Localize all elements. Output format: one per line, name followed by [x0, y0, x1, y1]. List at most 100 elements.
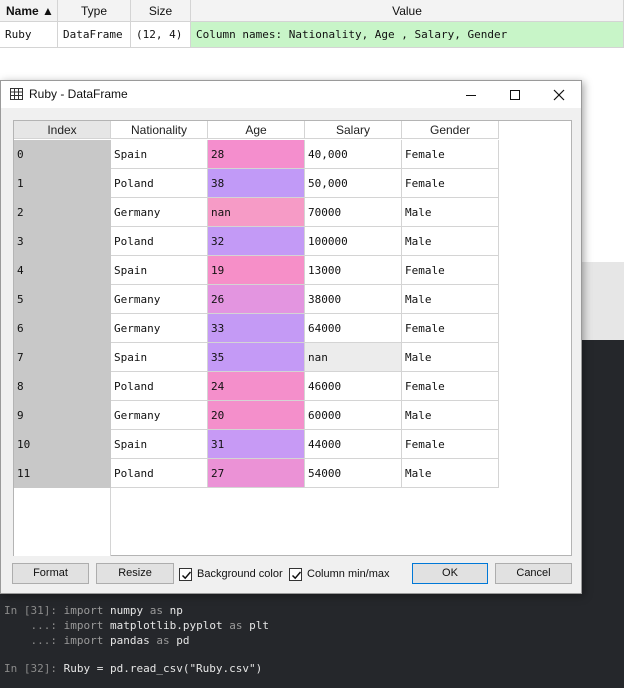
row-index-cell[interactable]: 10: [14, 430, 111, 459]
column-header-name[interactable]: Name ▲: [0, 0, 58, 22]
background-color-label: Background color: [197, 568, 283, 580]
row-index-cell[interactable]: 3: [14, 227, 111, 256]
row-index-cell[interactable]: 9: [14, 401, 111, 430]
table-cell-gender[interactable]: Male: [402, 343, 499, 372]
column-header-nationality[interactable]: Nationality: [111, 121, 208, 139]
variable-name[interactable]: Ruby: [0, 22, 58, 47]
variable-size[interactable]: (12, 4): [131, 22, 191, 47]
row-index-cell[interactable]: 6: [14, 314, 111, 343]
table-cell-age[interactable]: nan: [208, 198, 305, 227]
column-header-value[interactable]: Value: [191, 0, 624, 22]
table-cell-nationality[interactable]: Germany: [111, 285, 208, 314]
console-code: import pandas as pd: [63, 634, 190, 647]
ok-button[interactable]: OK: [412, 563, 488, 584]
row-index-cell[interactable]: 4: [14, 256, 111, 285]
close-icon: [553, 89, 565, 100]
table-cell-salary[interactable]: 54000: [305, 459, 402, 488]
table-cell-nationality[interactable]: Poland: [111, 459, 208, 488]
table-cell-age[interactable]: 35: [208, 343, 305, 372]
table-cell-gender[interactable]: Male: [402, 285, 499, 314]
table-cell-salary[interactable]: 70000: [305, 198, 402, 227]
table-cell-gender[interactable]: Male: [402, 227, 499, 256]
table-cell-nationality[interactable]: Poland: [111, 227, 208, 256]
table-cell-gender[interactable]: Male: [402, 459, 499, 488]
table-cell-age[interactable]: 19: [208, 256, 305, 285]
table-cell-age[interactable]: 32: [208, 227, 305, 256]
column-header-salary[interactable]: Salary: [305, 121, 402, 139]
variable-type[interactable]: DataFrame: [58, 22, 131, 47]
table-cell-gender[interactable]: Female: [402, 256, 499, 285]
table-cell-nationality[interactable]: Germany: [111, 314, 208, 343]
minimize-button[interactable]: [449, 81, 493, 108]
checkbox-box[interactable]: [179, 567, 192, 581]
column-header-size[interactable]: Size: [131, 0, 191, 22]
format-button[interactable]: Format: [12, 563, 89, 584]
row-index-cell[interactable]: 1: [14, 169, 111, 198]
table-cell-age[interactable]: 20: [208, 401, 305, 430]
table-cell-nationality[interactable]: Poland: [111, 169, 208, 198]
background-panel: [580, 262, 624, 340]
table-cell-gender[interactable]: Male: [402, 198, 499, 227]
table-cell-nationality[interactable]: Spain: [111, 256, 208, 285]
table-cell-salary[interactable]: 13000: [305, 256, 402, 285]
maximize-icon: [510, 89, 520, 100]
table-cell-gender[interactable]: Female: [402, 430, 499, 459]
row-index-cell[interactable]: 11: [14, 459, 111, 488]
row-index-cell[interactable]: 7: [14, 343, 111, 372]
table-cell-salary[interactable]: nan: [305, 343, 402, 372]
table-cell-age[interactable]: 24: [208, 372, 305, 401]
background-color-checkbox[interactable]: Background color: [179, 566, 283, 582]
table-cell-nationality[interactable]: Spain: [111, 140, 208, 169]
table-cell-salary[interactable]: 40,000: [305, 140, 402, 169]
table-cell-age[interactable]: 33: [208, 314, 305, 343]
column-header-gender[interactable]: Gender: [402, 121, 499, 139]
resize-button[interactable]: Resize: [96, 563, 174, 584]
column-minmax-checkbox[interactable]: Column min/max: [289, 566, 390, 582]
table-cell-age[interactable]: 26: [208, 285, 305, 314]
table-cell-gender[interactable]: Female: [402, 314, 499, 343]
table-cell-gender[interactable]: Male: [402, 401, 499, 430]
table-cell-age[interactable]: 38: [208, 169, 305, 198]
checkmark-icon: [291, 571, 302, 579]
row-index-cell[interactable]: 0: [14, 140, 111, 169]
maximize-button[interactable]: [493, 81, 537, 108]
title-bar[interactable]: Ruby - DataFrame: [1, 81, 581, 108]
row-index-cell[interactable]: 5: [14, 285, 111, 314]
table-cell-nationality[interactable]: Spain: [111, 343, 208, 372]
dataframe-table[interactable]: Index Nationality Age Salary Gender 0 Spain 28 4…: [13, 120, 572, 556]
column-header-age[interactable]: Age: [208, 121, 305, 139]
column-header-index[interactable]: Index: [14, 121, 111, 139]
table-cell-gender[interactable]: Female: [402, 140, 499, 169]
table-cell-nationality[interactable]: Spain: [111, 430, 208, 459]
table-cell-salary[interactable]: 46000: [305, 372, 402, 401]
row-index-cell[interactable]: 8: [14, 372, 111, 401]
variable-explorer: Name ▲ Type Size Value Ruby DataFrame (1…: [0, 0, 624, 80]
table-cell-age[interactable]: 31: [208, 430, 305, 459]
table-cell-gender[interactable]: Female: [402, 372, 499, 401]
table-cell-salary[interactable]: 100000: [305, 227, 402, 256]
table-cell-nationality[interactable]: Germany: [111, 401, 208, 430]
console-prompt: ...:: [4, 634, 64, 647]
cancel-button[interactable]: Cancel: [495, 563, 572, 584]
table-cell-salary[interactable]: 38000: [305, 285, 402, 314]
checkbox-box[interactable]: [289, 567, 302, 581]
variable-value[interactable]: Column names: Nationality, Age , Salary,…: [191, 22, 624, 47]
table-cell-nationality[interactable]: Germany: [111, 198, 208, 227]
table-cell-salary[interactable]: 44000: [305, 430, 402, 459]
table-cell-salary[interactable]: 64000: [305, 314, 402, 343]
variable-row-ruby[interactable]: Ruby DataFrame (12, 4) Column names: Nat…: [0, 22, 624, 48]
row-index-cell[interactable]: 2: [14, 198, 111, 227]
table-cell-salary[interactable]: 50,000: [305, 169, 402, 198]
console-line: ...: import matplotlib.pyplot as plt: [4, 619, 269, 632]
console-code: import matplotlib.pyplot as plt: [63, 619, 269, 632]
table-cell-gender[interactable]: Female: [402, 169, 499, 198]
table-cell-age[interactable]: 28: [208, 140, 305, 169]
table-cell-salary[interactable]: 60000: [305, 401, 402, 430]
table-icon: [10, 88, 23, 100]
console-prompt: ...:: [4, 619, 64, 632]
table-cell-age[interactable]: 27: [208, 459, 305, 488]
console-prompt: In [31]:: [4, 604, 64, 617]
table-cell-nationality[interactable]: Poland: [111, 372, 208, 401]
column-header-type[interactable]: Type: [58, 0, 131, 22]
close-button[interactable]: [537, 81, 581, 108]
